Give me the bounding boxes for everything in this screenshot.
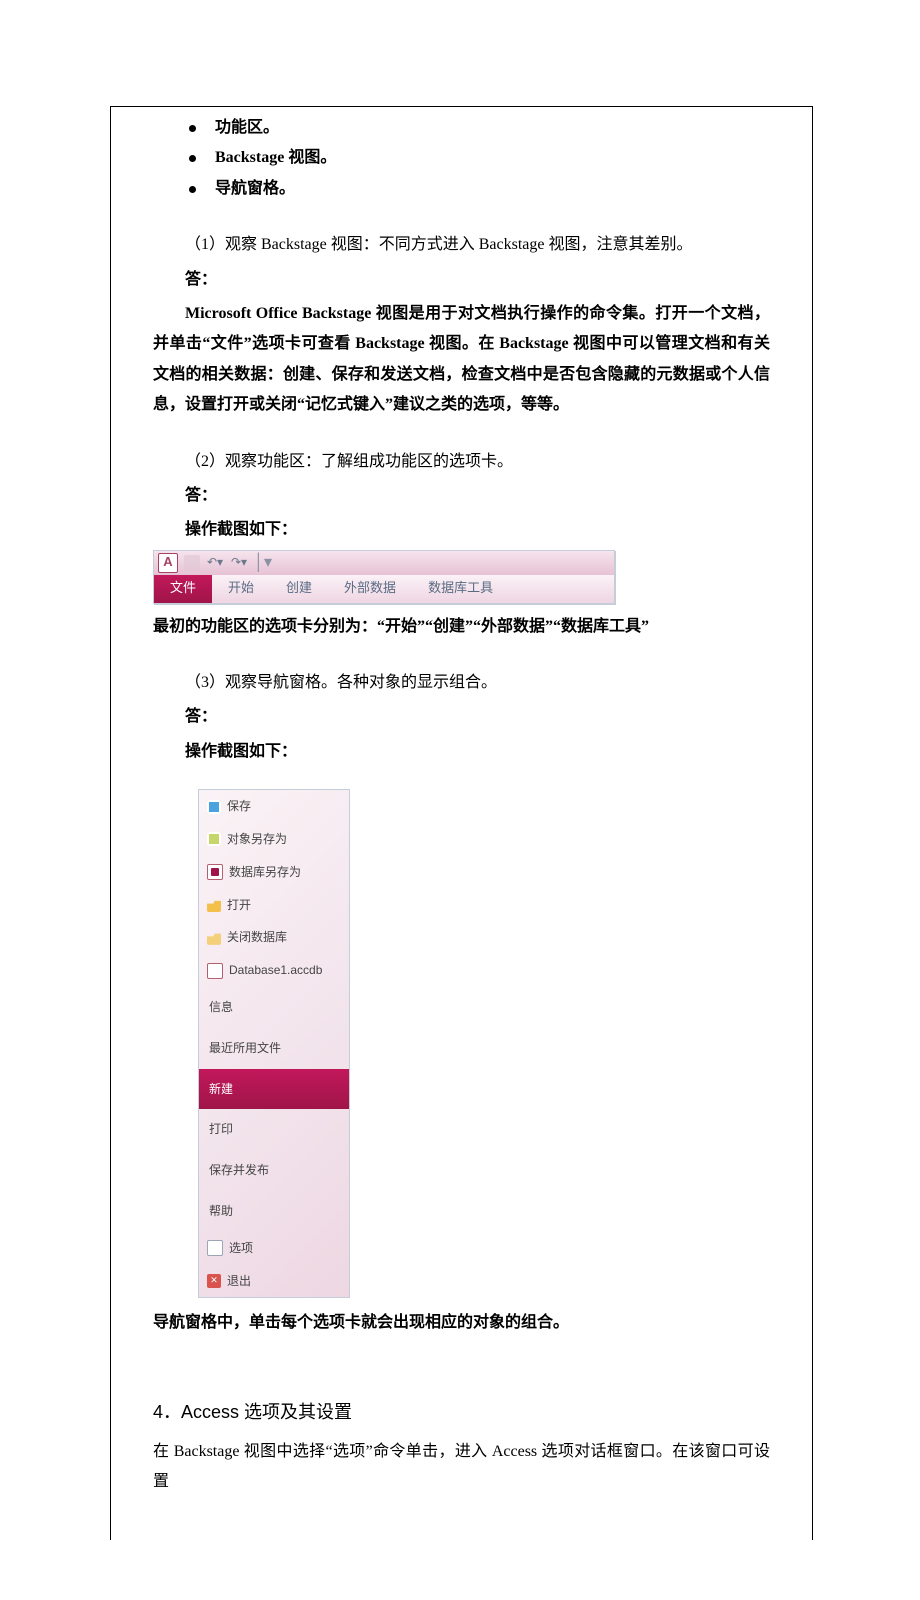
backstage-item[interactable]: 打印 [199,1109,349,1150]
tab-db-tools[interactable]: 数据库工具 [412,575,509,603]
backstage-item[interactable]: Database1.accdb [199,954,349,987]
dbsave-icon [207,864,223,880]
q3-conclusion: 导航窗格中，单击每个选项卡就会出现相应的对象的组合。 [153,1308,770,1338]
question-3: （3）观察导航窗格。各种对象的显示组合。 答： 操作截图如下： 保存对象另存为数… [111,668,812,1339]
q2-conclusion: 最初的功能区的选项卡分别为：“开始”“创建”“外部数据”“数据库工具” [153,612,770,642]
tab-file[interactable]: 文件 [154,575,212,603]
backstage-item-label: 退出 [227,1270,251,1293]
db-icon [207,963,223,979]
screenshot-label: 操作截图如下： [153,515,770,545]
backstage-item[interactable]: 信息 [199,987,349,1028]
backstage-item-label: 选项 [229,1237,253,1260]
question-1: （1）观察 Backstage 视图：不同方式进入 Backstage 视图，注… [111,230,812,295]
backstage-item[interactable]: ✕ 退出 [199,1265,349,1298]
backstage-item-label: 对象另存为 [227,828,287,851]
q3-prompt: （3）观察导航窗格。各种对象的显示组合。 [153,668,770,698]
section-4-title: 4．Access 选项及其设置 [153,1395,770,1429]
access-logo-icon: A [158,553,178,573]
q1-explanation: Microsoft Office Backstage 视图是用于对文档执行操作的… [153,299,770,421]
bullet-item: Backstage 视图。 [189,143,770,173]
exit-icon: ✕ [207,1274,221,1288]
backstage-item-label: 打开 [227,894,251,917]
backstage-item[interactable]: 最近所用文件 [199,1028,349,1069]
saveas-icon [207,832,221,846]
backstage-item[interactable]: 关闭数据库 [199,921,349,954]
backstage-item[interactable]: 新建 [199,1069,349,1110]
backstage-nav-screenshot: 保存对象另存为数据库另存为打开关闭数据库 Database1.accdb 信息最近所… [198,789,350,1298]
question-2: （2）观察功能区：了解组成功能区的选项卡。 答： 操作截图如下： A ↶▾ ↷▾… [111,447,812,643]
q1-prompt: （1）观察 Backstage 视图：不同方式进入 Backstage 视图，注… [153,230,770,260]
quick-access-toolbar: A ↶▾ ↷▾ │▾ [154,551,614,575]
backstage-item[interactable]: 保存并发布 [199,1150,349,1191]
feature-bullet-list: 功能区。 Backstage 视图。 导航窗格。 [111,113,812,204]
ribbon-tabs: 文件 开始 创建 外部数据 数据库工具 [154,575,614,603]
answer-label: 答： [153,265,770,295]
backstage-item-label: Database1.accdb [229,959,322,982]
backstage-item-label: 最近所用文件 [209,1037,281,1060]
save-icon [184,555,200,571]
qat-divider-icon: │▾ [254,548,272,578]
backstage-item-label: 关闭数据库 [227,926,287,949]
backstage-item[interactable]: 打开 [199,889,349,922]
tab-home[interactable]: 开始 [212,575,270,603]
section-4: 4．Access 选项及其设置 在 Backstage 视图中选择“选项”命令单… [111,1395,812,1498]
close-icon [207,931,221,945]
backstage-item[interactable]: 保存 [199,790,349,823]
backstage-item-label: 新建 [209,1078,233,1101]
backstage-item-label: 打印 [209,1118,233,1141]
open-icon [207,898,221,912]
backstage-item-label: 保存 [227,795,251,818]
save-icon [207,800,221,814]
section-4-body: 在 Backstage 视图中选择“选项”命令单击，进入 Access 选项对话… [153,1437,770,1498]
bullet-item: 功能区。 [189,113,770,143]
backstage-item-label: 保存并发布 [209,1159,269,1182]
backstage-item-label: 帮助 [209,1200,233,1223]
undo-icon: ↶▾ [206,556,224,570]
answer-label: 答： [153,481,770,511]
answer-label: 答： [153,702,770,732]
opt-icon [207,1240,223,1256]
access-ribbon-screenshot: A ↶▾ ↷▾ │▾ 文件 开始 创建 外部数据 数据库工具 [153,550,615,604]
redo-icon: ↷▾ [230,556,248,570]
backstage-item[interactable]: 帮助 [199,1191,349,1232]
screenshot-label: 操作截图如下： [153,737,770,767]
tab-external-data[interactable]: 外部数据 [328,575,412,603]
bullet-item: 导航窗格。 [189,174,770,204]
tab-create[interactable]: 创建 [270,575,328,603]
backstage-item-label: 数据库另存为 [229,861,301,884]
backstage-item[interactable]: 数据库另存为 [199,856,349,889]
backstage-item[interactable]: 对象另存为 [199,823,349,856]
page-frame: 功能区。 Backstage 视图。 导航窗格。 （1）观察 Backstage… [110,106,813,1540]
backstage-item-label: 信息 [209,996,233,1019]
backstage-item[interactable]: 选项 [199,1232,349,1265]
q2-prompt: （2）观察功能区：了解组成功能区的选项卡。 [153,447,770,477]
